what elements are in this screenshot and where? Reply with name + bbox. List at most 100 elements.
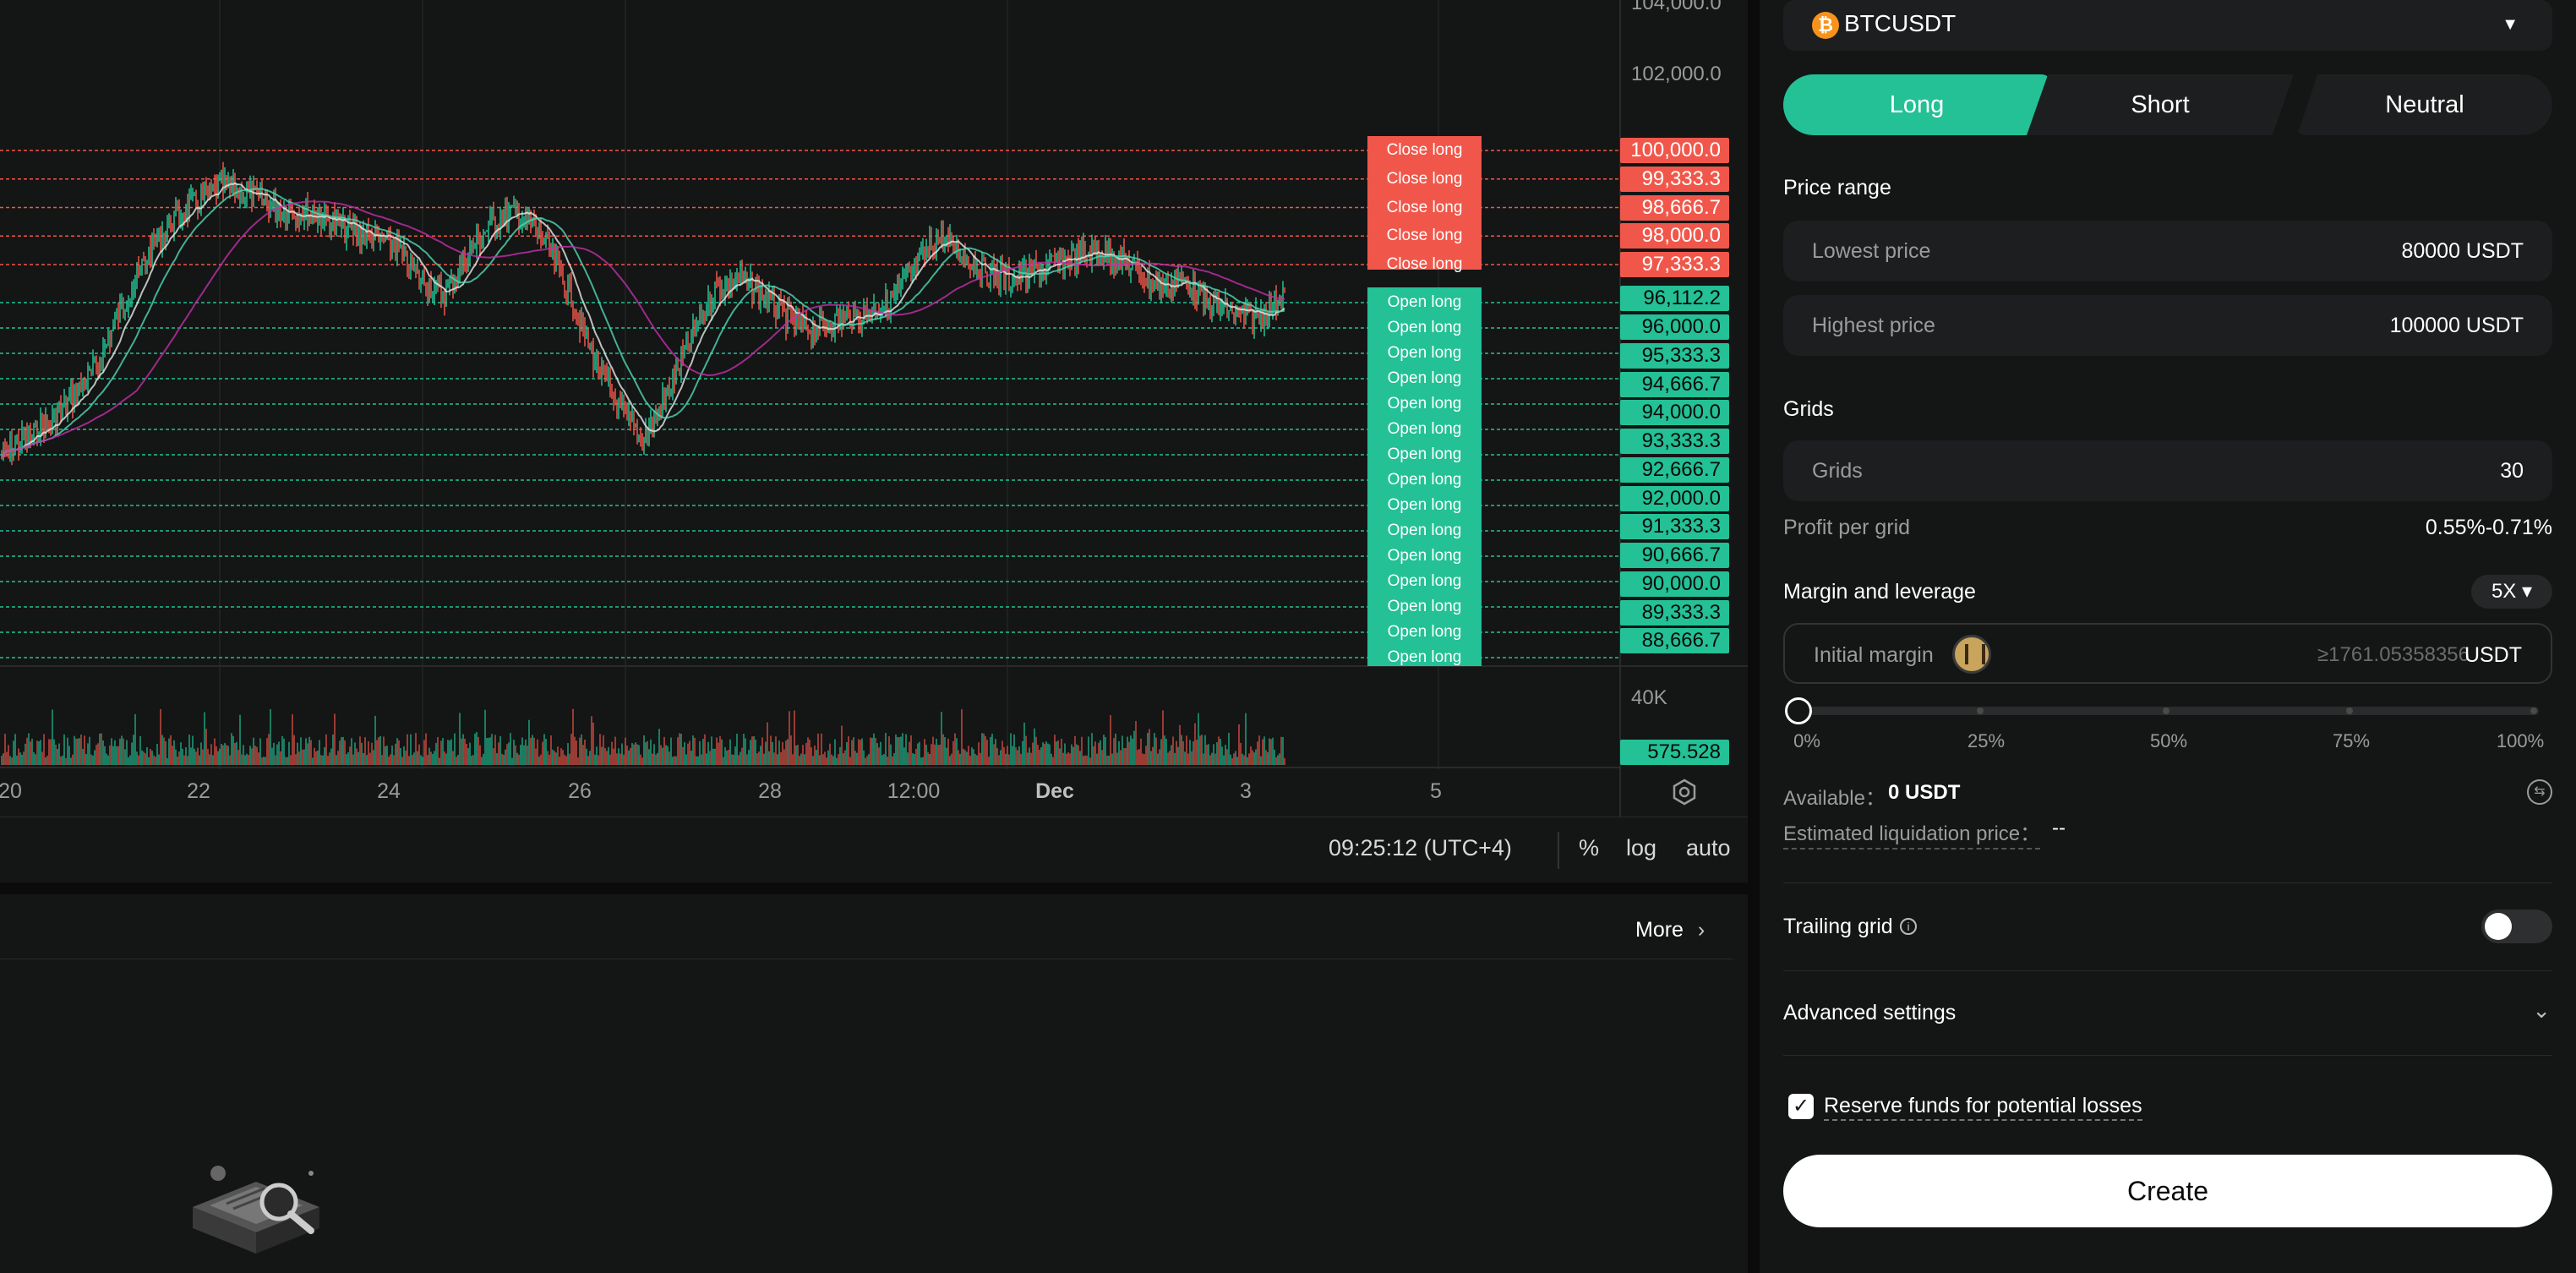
- sell-price-tag: 98,666.7: [1620, 194, 1729, 221]
- tab-short[interactable]: Short: [2027, 74, 2294, 135]
- more-link[interactable]: More ›: [1635, 918, 1705, 942]
- price-range-title: Price range: [1783, 176, 1891, 199]
- time-tick-label: 22: [187, 779, 210, 803]
- buy-price-tag: 95,333.3: [1620, 342, 1729, 369]
- ma-mid-line: [1, 188, 1285, 458]
- reserve-funds-checkbox[interactable]: ✓: [1788, 1094, 1814, 1119]
- time-tick-label: 12:00: [887, 779, 941, 803]
- liquidation-price-value: --: [2052, 817, 2066, 839]
- profit-per-grid-value: 0.55%-0.71%: [2425, 516, 2552, 539]
- grids-title: Grids: [1783, 397, 1834, 421]
- auto-scale-toggle[interactable]: auto: [1686, 835, 1731, 861]
- margin-slider-handle[interactable]: [1785, 697, 1812, 724]
- sell-price-tag: 99,333.3: [1620, 166, 1729, 192]
- pair-select[interactable]: ₿ BTCUSDT ▼: [1783, 0, 2552, 51]
- tab-neutral[interactable]: Neutral: [2297, 74, 2552, 135]
- time-tick-label: 24: [377, 779, 401, 803]
- buy-price-tag: 92,666.7: [1620, 456, 1729, 483]
- lowest-price-input[interactable]: Lowest price 80000 USDT: [1783, 221, 2552, 281]
- sell-price-tag: 100,000.0: [1620, 138, 1729, 163]
- buy-price-tag: 90,666.7: [1620, 543, 1729, 568]
- grids-input[interactable]: Grids 30: [1783, 440, 2552, 501]
- open-long-label: Open long: [1387, 395, 1462, 412]
- close-long-label: Close long: [1386, 169, 1463, 188]
- close-long-label: Close long: [1386, 227, 1463, 245]
- percent-scale-toggle[interactable]: %: [1579, 835, 1599, 861]
- open-long-label: Open long: [1387, 471, 1462, 489]
- reserve-funds-label[interactable]: Reserve funds for potential losses: [1824, 1094, 2142, 1121]
- buy-price-tag: 90,000.0: [1620, 571, 1729, 597]
- open-long-label: Open long: [1387, 496, 1462, 514]
- create-button[interactable]: Create: [1783, 1155, 2552, 1227]
- grids-label: Grids: [1812, 459, 1863, 483]
- chart-settings-icon[interactable]: [1670, 778, 1699, 806]
- close-long-label: Close long: [1386, 255, 1463, 273]
- open-long-label: Open long: [1387, 522, 1462, 539]
- divider: [1783, 1055, 2552, 1056]
- advanced-settings-label[interactable]: Advanced settings: [1783, 1001, 1956, 1025]
- trailing-grid-label: Trailing grid: [1783, 915, 1893, 938]
- chart-panel[interactable]: 104,000.0 102,000.0 Close long Close long…: [0, 0, 1748, 882]
- buy-price-tag: 89,333.3: [1620, 599, 1729, 626]
- open-long-label: Open long: [1387, 572, 1462, 590]
- close-long-label: Close long: [1386, 198, 1463, 216]
- more-label: More: [1635, 918, 1684, 942]
- open-long-label: Open long: [1387, 319, 1462, 336]
- liquidation-price-label[interactable]: Estimated liquidation price：: [1783, 817, 2041, 850]
- time-tick-label: 3: [1240, 779, 1252, 803]
- price-axis-label: 104,000.0: [1631, 0, 1722, 14]
- open-long-label: Open long: [1387, 420, 1462, 438]
- slider-tick-label: 100%: [2496, 730, 2545, 751]
- time-readout: 09:25:12 (UTC+4): [1329, 835, 1512, 861]
- leverage-select[interactable]: 5X ▾: [2471, 575, 2552, 609]
- slider-tick-label: 25%: [1967, 730, 2006, 751]
- bot-list-panel: More ›: [0, 894, 1748, 1273]
- time-tick-label: 28: [758, 779, 782, 803]
- slider-tick-label: 50%: [2149, 730, 2188, 751]
- profit-per-grid-label: Profit per grid: [1783, 516, 1911, 539]
- lowest-price-label: Lowest price: [1812, 239, 1931, 263]
- slider-dot[interactable]: [2346, 708, 2353, 714]
- open-long-label: Open long: [1387, 293, 1462, 311]
- info-icon[interactable]: i: [1900, 918, 1917, 935]
- slider-tick-label: 75%: [2332, 730, 2371, 751]
- sell-price-tag: 97,333.3: [1620, 252, 1729, 277]
- margin-slider-track[interactable]: [1793, 707, 2539, 715]
- volume-axis-label: 40K: [1631, 686, 1667, 709]
- time-tick-label: 26: [568, 779, 592, 803]
- candlestick-chart[interactable]: [0, 0, 1748, 817]
- tab-long[interactable]: Long: [1783, 74, 2050, 135]
- close-long-label: Close long: [1386, 141, 1463, 159]
- divider: [1558, 832, 1559, 869]
- initial-margin-label: Initial margin: [1814, 643, 1934, 667]
- log-scale-toggle[interactable]: log: [1626, 835, 1656, 861]
- open-long-label: Open long: [1387, 344, 1462, 362]
- available-value: 0 USDT: [1888, 781, 1961, 804]
- open-long-label: Open long: [1387, 445, 1462, 463]
- chevron-down-icon[interactable]: ⌄: [2532, 997, 2551, 1024]
- slider-dot[interactable]: [2163, 708, 2169, 714]
- time-tick-label: Dec: [1035, 779, 1074, 803]
- initial-margin-input[interactable]: Initial margin ≥1761.05358356 USDT: [1783, 623, 2552, 684]
- initial-margin-placeholder: ≥1761.05358356: [2317, 643, 2470, 666]
- initial-margin-unit: USDT: [2464, 643, 2522, 667]
- open-long-label: Open long: [1387, 547, 1462, 565]
- price-axis-label: 102,000.0: [1631, 63, 1722, 85]
- time-tick-label: 20: [0, 779, 22, 803]
- bitcoin-icon: ₿: [1812, 12, 1839, 39]
- toggle-knob: [2485, 913, 2512, 940]
- trailing-grid-toggle[interactable]: [2481, 910, 2552, 943]
- highest-price-input[interactable]: Highest price 100000 USDT: [1783, 295, 2552, 356]
- transfer-icon[interactable]: ⇆: [2527, 779, 2552, 805]
- pair-name: BTCUSDT: [1844, 10, 1957, 36]
- sell-price-tag: 98,000.0: [1620, 223, 1729, 249]
- coin-badge-icon: [1952, 635, 1991, 674]
- slider-dot[interactable]: [2530, 708, 2537, 714]
- buy-price-tag: 92,000.0: [1620, 485, 1729, 511]
- buy-price-tag: 96,000.0: [1620, 314, 1729, 340]
- grids-value: 30: [2500, 459, 2524, 483]
- slider-dot[interactable]: [1977, 708, 1984, 714]
- slider-tick-label: 0%: [1793, 730, 1820, 751]
- lowest-price-value: 80000 USDT: [2401, 239, 2524, 263]
- open-long-label: Open long: [1387, 623, 1462, 641]
